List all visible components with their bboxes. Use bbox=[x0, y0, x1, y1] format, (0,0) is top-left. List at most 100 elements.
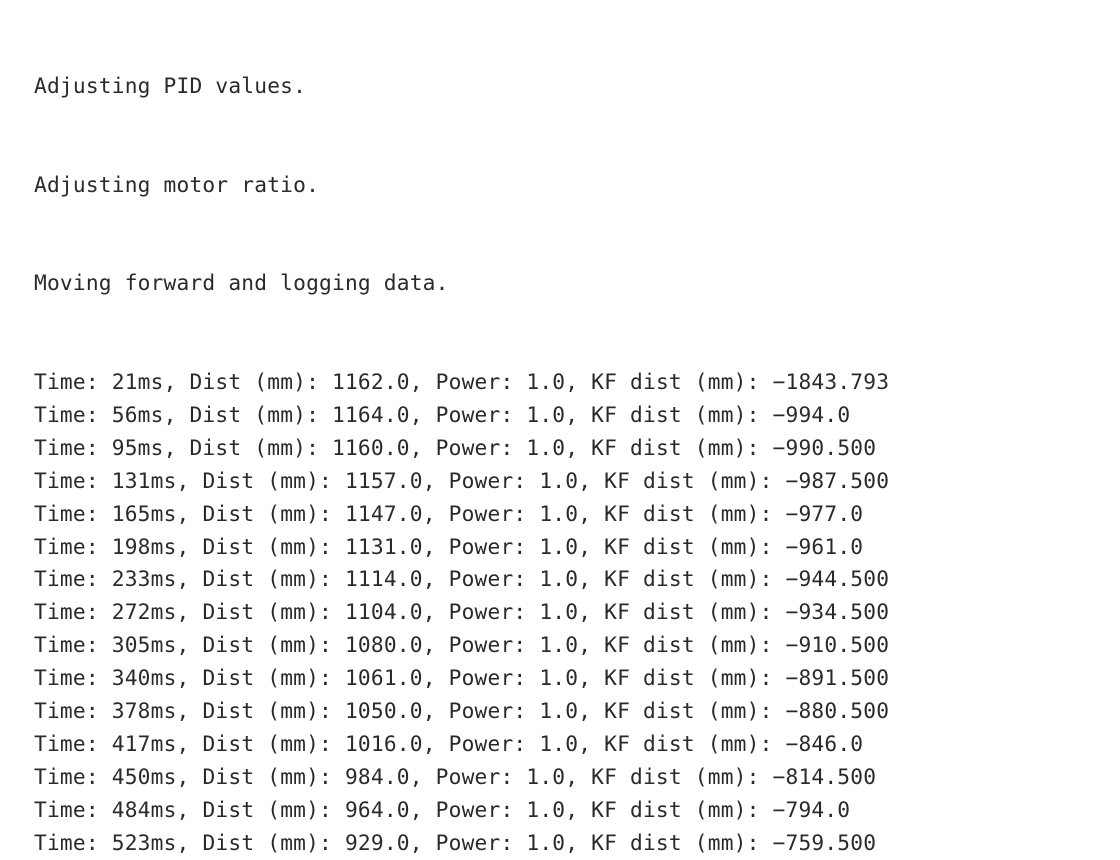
time-value: 523 bbox=[112, 830, 151, 855]
kf-label: , KF dist (mm): bbox=[578, 665, 785, 690]
dist-value: 964.0 bbox=[345, 797, 410, 822]
time-suffix: ms, bbox=[151, 665, 203, 690]
kf-label: , KF dist (mm): bbox=[578, 566, 785, 591]
time-label: Time: bbox=[34, 468, 112, 493]
kf-label: , KF dist (mm): bbox=[578, 468, 785, 493]
dist-value: 1157.0 bbox=[345, 468, 423, 493]
time-label: Time: bbox=[34, 764, 112, 789]
kf-label: , KF dist (mm): bbox=[565, 369, 772, 394]
time-value: 95 bbox=[112, 435, 138, 460]
dist-label: Dist (mm): bbox=[202, 566, 345, 591]
time-suffix: ms, bbox=[151, 797, 203, 822]
time-suffix: ms, bbox=[151, 501, 203, 526]
power-label: , Power: bbox=[410, 369, 527, 394]
time-label: Time: bbox=[34, 501, 112, 526]
time-value: 131 bbox=[112, 468, 151, 493]
dist-value: 1160.0 bbox=[332, 435, 410, 460]
time-label: Time: bbox=[34, 566, 112, 591]
dist-value: 1061.0 bbox=[345, 665, 423, 690]
log-row: Time: 198ms, Dist (mm): 1131.0, Power: 1… bbox=[34, 531, 1120, 564]
kf-value: −990.500 bbox=[773, 435, 877, 460]
kf-value: −1843.793 bbox=[773, 369, 890, 394]
power-value: 1.0 bbox=[526, 435, 565, 460]
power-label: , Power: bbox=[410, 402, 527, 427]
kf-label: , KF dist (mm): bbox=[578, 731, 785, 756]
time-suffix: ms, bbox=[138, 369, 190, 394]
time-label: Time: bbox=[34, 402, 112, 427]
status-line: Moving forward and logging data. bbox=[34, 267, 1120, 300]
kf-value: −977.0 bbox=[786, 501, 864, 526]
time-label: Time: bbox=[34, 665, 112, 690]
power-label: , Power: bbox=[423, 566, 540, 591]
kf-value: −794.0 bbox=[773, 797, 851, 822]
log-row: Time: 450ms, Dist (mm): 984.0, Power: 1.… bbox=[34, 761, 1120, 794]
power-label: , Power: bbox=[423, 599, 540, 624]
dist-label: Dist (mm): bbox=[202, 698, 345, 723]
time-value: 450 bbox=[112, 764, 151, 789]
kf-value: −987.500 bbox=[786, 468, 890, 493]
status-line: Adjusting motor ratio. bbox=[34, 169, 1120, 202]
power-value: 1.0 bbox=[539, 566, 578, 591]
time-label: Time: bbox=[34, 534, 112, 559]
time-value: 233 bbox=[112, 566, 151, 591]
power-label: , Power: bbox=[410, 435, 527, 460]
time-value: 484 bbox=[112, 797, 151, 822]
time-suffix: ms, bbox=[151, 632, 203, 657]
kf-value: −910.500 bbox=[786, 632, 890, 657]
kf-label: , KF dist (mm): bbox=[578, 599, 785, 624]
dist-value: 1164.0 bbox=[332, 402, 410, 427]
power-label: , Power: bbox=[423, 731, 540, 756]
kf-value: −944.500 bbox=[786, 566, 890, 591]
dist-label: Dist (mm): bbox=[202, 797, 345, 822]
dist-label: Dist (mm): bbox=[202, 830, 345, 855]
kf-label: , KF dist (mm): bbox=[565, 830, 772, 855]
dist-label: Dist (mm): bbox=[190, 369, 333, 394]
dist-value: 1080.0 bbox=[345, 632, 423, 657]
log-row: Time: 378ms, Dist (mm): 1050.0, Power: 1… bbox=[34, 695, 1120, 728]
dist-label: Dist (mm): bbox=[190, 402, 333, 427]
log-row: Time: 21ms, Dist (mm): 1162.0, Power: 1.… bbox=[34, 366, 1120, 399]
dist-value: 929.0 bbox=[345, 830, 410, 855]
power-label: , Power: bbox=[423, 534, 540, 559]
time-value: 165 bbox=[112, 501, 151, 526]
time-value: 378 bbox=[112, 698, 151, 723]
log-row: Time: 523ms, Dist (mm): 929.0, Power: 1.… bbox=[34, 827, 1120, 860]
log-row: Time: 95ms, Dist (mm): 1160.0, Power: 1.… bbox=[34, 432, 1120, 465]
power-value: 1.0 bbox=[526, 764, 565, 789]
power-value: 1.0 bbox=[539, 665, 578, 690]
time-value: 305 bbox=[112, 632, 151, 657]
power-value: 1.0 bbox=[526, 369, 565, 394]
dist-value: 984.0 bbox=[345, 764, 410, 789]
time-value: 272 bbox=[112, 599, 151, 624]
log-row: Time: 305ms, Dist (mm): 1080.0, Power: 1… bbox=[34, 629, 1120, 662]
time-label: Time: bbox=[34, 797, 112, 822]
dist-label: Dist (mm): bbox=[202, 501, 345, 526]
kf-label: , KF dist (mm): bbox=[578, 632, 785, 657]
kf-value: −814.500 bbox=[773, 764, 877, 789]
kf-label: , KF dist (mm): bbox=[565, 402, 772, 427]
dist-value: 1114.0 bbox=[345, 566, 423, 591]
kf-value: −961.0 bbox=[786, 534, 864, 559]
log-row: Time: 272ms, Dist (mm): 1104.0, Power: 1… bbox=[34, 596, 1120, 629]
log-row: Time: 131ms, Dist (mm): 1157.0, Power: 1… bbox=[34, 465, 1120, 498]
kf-value: −880.500 bbox=[786, 698, 890, 723]
time-suffix: ms, bbox=[151, 830, 203, 855]
dist-label: Dist (mm): bbox=[202, 731, 345, 756]
time-label: Time: bbox=[34, 435, 112, 460]
dist-label: Dist (mm): bbox=[202, 665, 345, 690]
time-label: Time: bbox=[34, 599, 112, 624]
time-suffix: ms, bbox=[138, 402, 190, 427]
time-label: Time: bbox=[34, 830, 112, 855]
time-value: 340 bbox=[112, 665, 151, 690]
power-value: 1.0 bbox=[539, 468, 578, 493]
dist-value: 1131.0 bbox=[345, 534, 423, 559]
terminal-output: Adjusting PID values. Adjusting motor ra… bbox=[0, 0, 1120, 860]
power-label: , Power: bbox=[410, 764, 527, 789]
time-suffix: ms, bbox=[151, 566, 203, 591]
power-label: , Power: bbox=[410, 797, 527, 822]
log-row: Time: 340ms, Dist (mm): 1061.0, Power: 1… bbox=[34, 662, 1120, 695]
dist-label: Dist (mm): bbox=[202, 534, 345, 559]
dist-label: Dist (mm): bbox=[202, 468, 345, 493]
time-label: Time: bbox=[34, 731, 112, 756]
kf-label: , KF dist (mm): bbox=[578, 501, 785, 526]
